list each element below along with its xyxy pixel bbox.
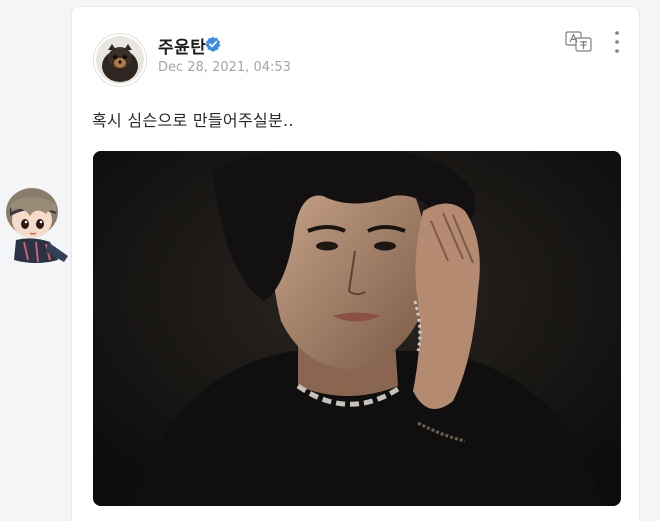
more-options-icon[interactable] — [609, 29, 625, 55]
post-text: 혹시 심슨으로 만들어주실분.. — [92, 111, 294, 130]
verified-badge-icon — [205, 36, 221, 52]
author-name[interactable]: 주윤탄 — [158, 33, 206, 58]
portrait-photo-image — [93, 151, 621, 506]
character-sticker-image — [6, 188, 68, 263]
author-avatar[interactable] — [94, 34, 146, 86]
post-page: 주윤탄 Dec 28, 2021, 04:53 혹시 심슨으로 만들어주실분.. — [0, 0, 660, 521]
post-date: Dec 28, 2021, 04:53 — [158, 60, 291, 75]
dog-avatar-image — [96, 36, 144, 84]
post-card: 주윤탄 Dec 28, 2021, 04:53 혹시 심슨으로 만들어주실분.. — [71, 6, 640, 521]
translate-icon[interactable] — [565, 31, 593, 53]
post-photo[interactable] — [93, 151, 621, 506]
